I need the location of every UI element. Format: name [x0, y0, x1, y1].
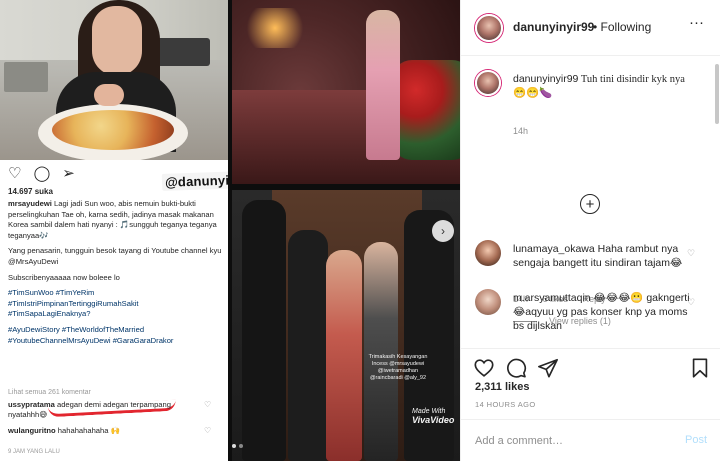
embedded-caption-user: mrsayudewi — [8, 199, 52, 208]
comment-input[interactable] — [475, 432, 665, 450]
watermark-username: @danunyinyir99 — [161, 170, 228, 191]
heart-icon: ♡ — [8, 165, 22, 182]
likes-count[interactable]: 2,311 likes — [475, 381, 529, 393]
avatar[interactable] — [475, 240, 501, 266]
follow-status[interactable]: • Following — [593, 20, 651, 34]
comments-list[interactable]: danunyinyir99 Tuh tini disindir kyk nya … — [461, 56, 720, 348]
comment-username[interactable]: m.arsyamuttaqin — [513, 292, 591, 304]
comment-username[interactable]: lunamaya_okawa — [513, 243, 595, 255]
heart-icon: ♡ — [204, 400, 212, 409]
embedded-caption-para2: Yang penasarin, tungguin besok tayang di… — [8, 246, 222, 266]
embedded-action-icons: ♡ ◯ ➢ — [8, 166, 75, 182]
separator-dot: • — [593, 20, 598, 34]
embedded-caption-tags1: #TimSunWoo #TimYeRim #TimIstriPimpinanTe… — [8, 288, 139, 319]
video-overlay-text: Trimakasih Kesayangan Incess @mrsayudewi… — [368, 354, 428, 381]
video-brand-watermark: Made With VivaVideo — [412, 408, 454, 426]
embedded-comment: wulanguritno hahahahahaha 🙌 — [8, 426, 204, 435]
post-timestamp: 14 HOURS AGO — [475, 400, 536, 409]
avatar[interactable] — [475, 14, 503, 42]
heart-icon[interactable] — [473, 357, 495, 379]
chevron-right-icon[interactable]: › — [432, 220, 454, 242]
carousel-dots — [232, 444, 243, 448]
share-icon[interactable] — [537, 357, 559, 379]
following-button[interactable]: Following — [601, 20, 652, 34]
header-username[interactable]: danunyinyir99 — [513, 20, 594, 34]
embedded-comment-user: wulanguritno — [8, 426, 56, 435]
more-options-icon[interactable]: ··· — [689, 14, 704, 31]
comment-icon: ◯ — [33, 165, 51, 182]
embedded-comment-text: hahahahahaha 🙌 — [57, 426, 121, 435]
post-comment-button[interactable]: Post — [685, 434, 707, 446]
heart-icon[interactable]: ♡ — [687, 297, 695, 308]
embedded-screenshot: ♡ ◯ ➢ @danunyinyir99 14.697 suka mrsayud… — [0, 0, 228, 461]
embedded-timestamp: 9 JAM YANG LALU — [8, 449, 60, 455]
embedded-comment-user: ussypratama — [8, 400, 55, 409]
scrollbar[interactable] — [715, 64, 719, 124]
video-frame-top — [232, 0, 460, 184]
caption-username[interactable]: danunyinyir99 — [513, 73, 578, 85]
video-brand-big: VivaVideo — [412, 415, 455, 425]
avatar[interactable] — [475, 70, 501, 96]
post-details-panel: danunyinyir99 • Following ··· danunyinyi… — [460, 0, 720, 461]
cooking-photo — [0, 0, 228, 160]
embedded-caption-tags2: #AyuDewiStory #TheWorldofTheMarried #You… — [8, 324, 174, 345]
heart-icon: ♡ — [204, 426, 212, 435]
share-icon: ➢ — [62, 165, 75, 182]
embedded-caption-para3: Subscribenyaaaaa now boleee lo — [8, 272, 120, 282]
embedded-likes: 14.697 suka — [8, 187, 53, 196]
post-actions: 2,311 likes 14 HOURS AGO Post — [461, 348, 720, 460]
add-comment-bar: Post — [461, 419, 720, 461]
plus-circle-icon[interactable]: + — [580, 194, 600, 214]
post-media: ♡ ◯ ➢ @danunyinyir99 14.697 suka mrsayud… — [0, 0, 460, 461]
embedded-comment: ussypratama adegan demi adegan terpampan… — [8, 400, 204, 420]
bookmark-icon[interactable] — [689, 357, 711, 379]
embedded-caption: mrsayudewi Lagi jadi Sun woo, abis nemui… — [8, 199, 222, 351]
embedded-view-all-comments: Lihat semua 261 komentar — [8, 389, 91, 396]
video-brand-small: Made With — [412, 408, 446, 415]
post-header: danunyinyir99 • Following ··· — [461, 0, 720, 56]
avatar[interactable] — [475, 289, 501, 315]
caption-time: 14h — [513, 126, 529, 136]
comment-icon[interactable] — [505, 357, 527, 379]
heart-icon[interactable]: ♡ — [687, 248, 695, 259]
